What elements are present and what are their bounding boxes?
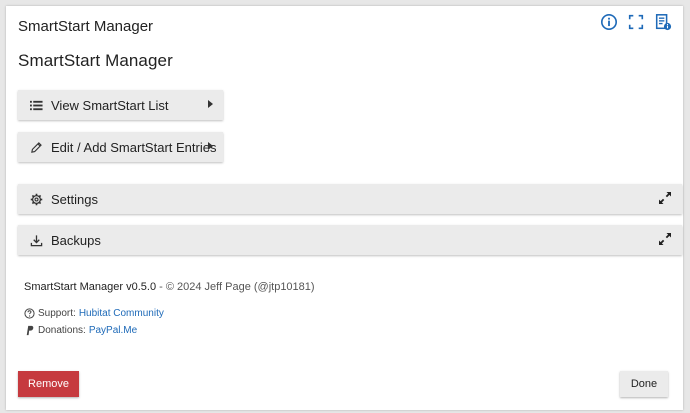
hubitat-community-link[interactable]: Hubitat Community [79, 308, 164, 319]
backups-label: Backups [51, 232, 101, 248]
backups-section-header[interactable]: Backups [18, 225, 682, 255]
settings-label: Settings [51, 191, 98, 207]
fullscreen-icon[interactable] [626, 12, 646, 32]
expand-icon[interactable] [658, 232, 672, 246]
caret-right-icon [208, 142, 213, 150]
paypal-icon [24, 325, 35, 336]
app-version: SmartStart Manager v0.5.0 [24, 281, 157, 293]
copyright-text: - © 2024 Jeff Page (@jtp10181) [159, 281, 315, 293]
paypal-me-link[interactable]: PayPal.Me [89, 325, 137, 336]
page-title: SmartStart Manager [18, 51, 173, 70]
expand-icon[interactable] [658, 191, 672, 205]
info-icon[interactable] [599, 12, 619, 32]
version-line: SmartStart Manager v0.5.0 - © 2024 Jeff … [24, 281, 315, 293]
view-smartstart-list-label: View SmartStart List [51, 97, 169, 113]
view-smartstart-list-button[interactable]: View SmartStart List [18, 90, 223, 120]
done-button[interactable]: Done [620, 371, 668, 397]
document-info-icon[interactable] [653, 12, 673, 32]
list-icon [28, 97, 44, 113]
donations-label: Donations: [38, 325, 86, 336]
support-line: Support: Hubitat Community [24, 308, 164, 319]
donations-line: Donations: PayPal.Me [24, 325, 137, 336]
edit-add-smartstart-entries-button[interactable]: Edit / Add SmartStart Entries [18, 132, 223, 162]
download-icon [28, 232, 44, 248]
gear-icon [28, 191, 44, 207]
question-circle-icon [24, 308, 35, 319]
pencil-icon [28, 139, 44, 155]
caret-right-icon [208, 100, 213, 108]
window-title: SmartStart Manager [18, 18, 154, 35]
app-window: SmartStart Manager SmartStart Manager Vi… [6, 6, 683, 410]
settings-section-header[interactable]: Settings [18, 184, 682, 214]
remove-button[interactable]: Remove [18, 371, 79, 397]
edit-add-smartstart-entries-label: Edit / Add SmartStart Entries [51, 139, 217, 155]
window-toolbar [599, 12, 673, 32]
support-label: Support: [38, 308, 76, 319]
